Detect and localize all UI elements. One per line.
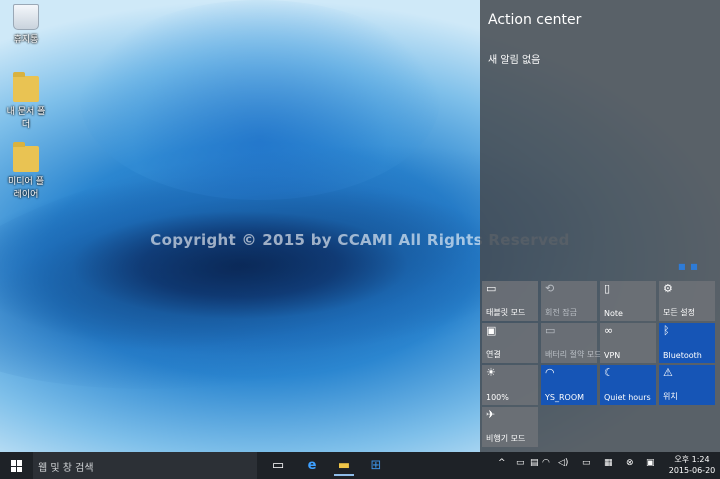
- quick-action-tile[interactable]: ᛒ Bluetooth: [659, 323, 715, 363]
- quick-action-icon: ⟲: [545, 282, 555, 295]
- network-icon[interactable]: ▤: [530, 458, 539, 468]
- quick-action-icon: ✈: [486, 408, 496, 421]
- action-center-panel: Action center 새 알림 없음 ■ ■ ▭ 태블릿 모드 ⟲ 회전 잠금 ▯…: [480, 0, 720, 452]
- quick-action-icon: ☾: [604, 366, 614, 379]
- quick-action-tile[interactable]: ⚠ 위치: [659, 365, 715, 405]
- quick-action-icon: ▭: [545, 324, 556, 337]
- pager-dots: ■ ■: [678, 262, 699, 271]
- system-clock[interactable]: 오후 1:24 2015-06-20: [664, 454, 720, 476]
- quick-action-label: 태블릿 모드: [486, 308, 526, 317]
- quick-action-tile[interactable]: ▭ 태블릿 모드: [482, 281, 538, 321]
- quick-action-icon: ▯: [604, 282, 611, 295]
- quick-action-label: Bluetooth: [663, 351, 702, 360]
- notifications-icon[interactable]: ▭: [582, 458, 591, 468]
- taskbar: 웹 및 창 검색 ▭ e ▬ ⊞ ^ ▭ ▤ ◠ ◁) ▭ ▦ ⊗ ▣ 오후 1…: [0, 452, 720, 479]
- folder-icon: [13, 72, 39, 102]
- quick-action-tile[interactable]: ☀ 100%: [482, 365, 538, 405]
- quick-action-label: 100%: [486, 393, 509, 402]
- action-center-title: Action center: [488, 12, 582, 28]
- store-icon[interactable]: ⊞: [366, 456, 386, 476]
- quick-action-icon: ▭: [486, 282, 497, 295]
- quick-action-label: 비행기 모드: [486, 434, 526, 443]
- quick-action-icon: ▣: [486, 324, 497, 337]
- windows-logo-icon: [11, 460, 23, 472]
- close-circle-icon[interactable]: ⊗: [626, 458, 634, 468]
- wifi-icon[interactable]: ◠: [542, 458, 550, 468]
- media-folder-icon: [13, 142, 39, 172]
- desktop-icon-media[interactable]: 미디어 플레이어: [4, 142, 48, 200]
- desktop-icon-recycle-bin[interactable]: 휴지통: [4, 4, 48, 45]
- keyboard-icon[interactable]: ▦: [604, 458, 613, 468]
- file-explorer-icon[interactable]: ▬: [334, 456, 354, 476]
- recycle-bin-icon: [13, 4, 39, 30]
- quick-action-icon: ∞: [604, 324, 614, 337]
- desktop-icon-folder[interactable]: 내 문서 폴더: [4, 72, 48, 130]
- search-box[interactable]: 웹 및 창 검색: [33, 452, 257, 479]
- quick-action-icon: ⚙: [663, 282, 673, 295]
- show-hidden-icons-icon[interactable]: ^: [498, 458, 506, 468]
- desktop-icon-label: 휴지통: [13, 35, 39, 45]
- search-placeholder: 웹 및 창 검색: [38, 463, 94, 474]
- quick-action-tile[interactable]: ☾ Quiet hours: [600, 365, 656, 405]
- quick-action-label: 회전 잠금: [545, 308, 577, 317]
- quick-action-tile[interactable]: ▭ 배터리 절약 모드: [541, 323, 602, 363]
- quick-action-label: Quiet hours: [604, 393, 651, 402]
- quick-action-icon: ᛒ: [663, 324, 670, 337]
- quick-action-label: 연결: [486, 350, 501, 359]
- quick-action-tile[interactable]: ∞ VPN: [600, 323, 656, 363]
- task-view-icon[interactable]: ▭: [268, 456, 288, 476]
- quick-action-tile[interactable]: ⚙ 모든 설정: [659, 281, 715, 321]
- quick-action-icon: ⚠: [663, 366, 673, 379]
- battery-icon[interactable]: ▭: [516, 458, 525, 468]
- quick-action-icon: ☀: [486, 366, 496, 379]
- quick-action-icon: ◠: [545, 366, 555, 379]
- quick-action-label: Note: [604, 309, 623, 318]
- volume-icon[interactable]: ◁): [558, 458, 568, 468]
- no-notifications-text: 새 알림 없음: [488, 55, 541, 66]
- quick-action-tile[interactable]: ⟲ 회전 잠금: [541, 281, 597, 321]
- quick-action-label: 위치: [663, 392, 678, 401]
- quick-action-label: 배터리 절약 모드: [545, 350, 602, 359]
- quick-action-tile[interactable]: ▯ Note: [600, 281, 656, 321]
- input-language-icon[interactable]: ▣: [646, 458, 655, 468]
- clock-date: 2015-06-20: [668, 466, 716, 475]
- start-button[interactable]: [0, 452, 33, 479]
- quick-action-label: 모든 설정: [663, 308, 695, 317]
- quick-action-tile[interactable]: ▣ 연결: [482, 323, 538, 363]
- clock-time: 오후 1:24: [674, 455, 710, 464]
- quick-action-tile[interactable]: ✈ 비행기 모드: [482, 407, 538, 447]
- edge-browser-icon[interactable]: e: [302, 456, 322, 476]
- quick-action-tile[interactable]: ◠ YS_ROOM: [541, 365, 597, 405]
- quick-action-label: VPN: [604, 351, 621, 360]
- quick-action-label: YS_ROOM: [545, 393, 585, 402]
- desktop-icon-label: 내 문서 폴더: [6, 107, 46, 130]
- desktop-icon-label: 미디어 플레이어: [8, 177, 44, 200]
